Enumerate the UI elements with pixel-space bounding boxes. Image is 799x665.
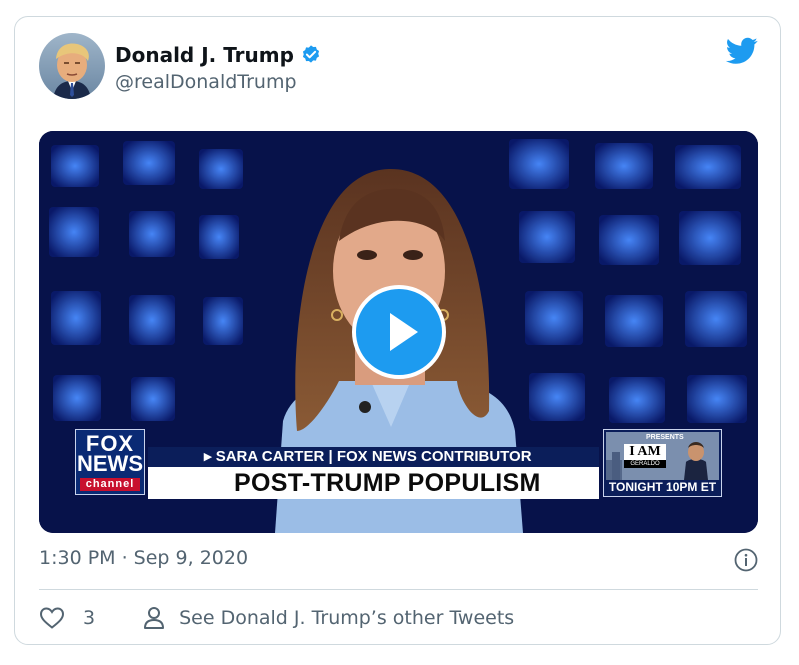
fox-news-logo: FOX NEWS channel (75, 429, 145, 495)
fox-logo-word-3: channel (80, 478, 140, 491)
tweet-actions: 3 See Donald J. Trump’s other Tweets (39, 603, 514, 633)
other-tweets-label: See Donald J. Trump’s other Tweets (179, 607, 515, 629)
lower-third-headline: POST-TRUMP POPULISM (148, 467, 599, 499)
avatar[interactable] (39, 33, 105, 99)
promo-box: PRESENTS I AM GERALDO TONIGHT 10PM ET (603, 429, 722, 497)
fox-logo-word-2: NEWS (77, 451, 143, 476)
promo-subtitle: GERALDO (624, 460, 666, 468)
like-button[interactable]: 3 (39, 606, 95, 630)
promo-title: I AM (624, 444, 666, 460)
divider (39, 589, 758, 590)
play-icon (390, 313, 418, 351)
promo-presents: PRESENTS (646, 434, 684, 441)
video-player[interactable]: FOX NEWS channel ▸ SARA CARTER | FOX NEW… (39, 131, 758, 533)
person-icon (144, 607, 165, 629)
play-button[interactable] (352, 285, 446, 379)
lower-third: ▸ SARA CARTER | FOX NEWS CONTRIBUTOR POS… (148, 447, 599, 499)
other-tweets-link[interactable]: See Donald J. Trump’s other Tweets (143, 606, 514, 630)
verified-badge-icon (302, 45, 319, 63)
info-icon[interactable] (734, 548, 758, 572)
author-name[interactable]: Donald J. Trump (115, 43, 294, 67)
twitter-bird-icon[interactable] (726, 37, 758, 65)
author-name-row[interactable]: Donald J. Trump (115, 43, 322, 67)
heart-icon (39, 607, 65, 629)
author-handle[interactable]: @realDonaldTrump (115, 71, 297, 93)
tweet-timestamp[interactable]: 1:30 PM · Sep 9, 2020 (39, 547, 248, 569)
promo-image: PRESENTS I AM GERALDO (606, 432, 719, 480)
lower-third-name: ▸ SARA CARTER | FOX NEWS CONTRIBUTOR (148, 447, 599, 467)
promo-time: TONIGHT 10PM ET (608, 480, 717, 494)
like-count: 3 (83, 607, 96, 629)
tweet-card: Donald J. Trump @realDonaldTrump FOX NEW… (14, 16, 781, 645)
